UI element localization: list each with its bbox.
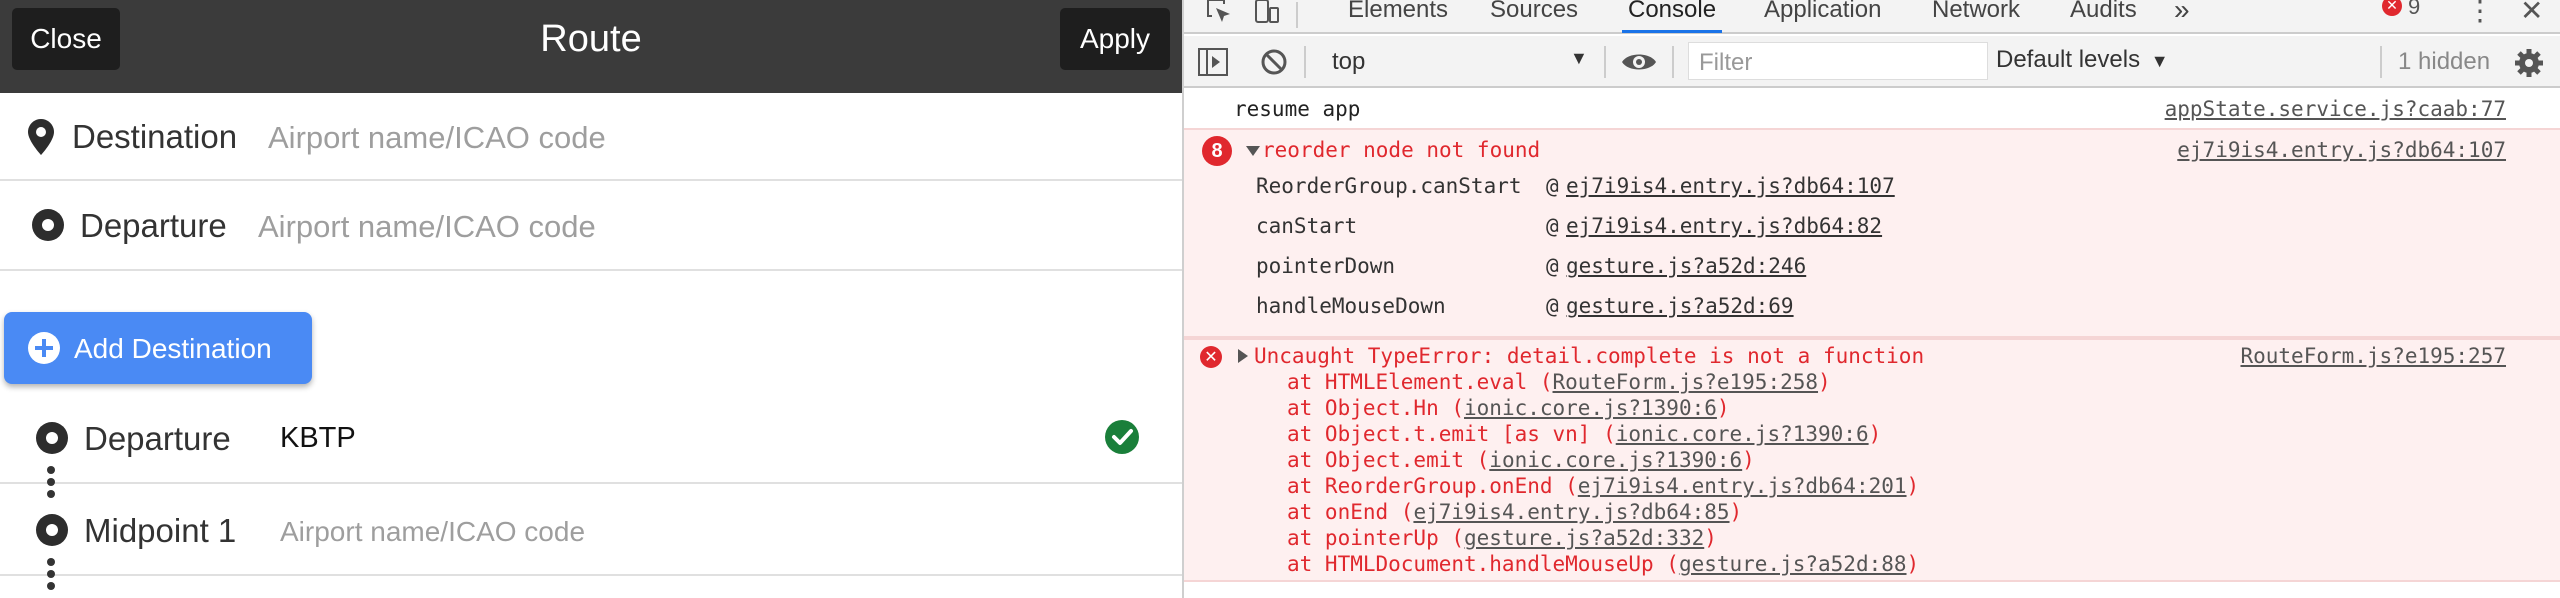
stack-frame-at: @: [1546, 294, 1559, 318]
route-app: Close Route Apply Destination Airport na…: [0, 0, 1182, 598]
divider: [1672, 46, 1674, 78]
stack-frame-link[interactable]: ej7i9is4.entry.js?db64:107: [1566, 174, 1895, 198]
stack-trace-line: at pointerUp (gesture.js?a52d:332): [1287, 526, 1717, 550]
kebab-menu-icon[interactable]: ⋮: [2466, 0, 2494, 27]
log-levels-select[interactable]: Default levels ▼: [1996, 46, 2169, 74]
stack-frame-at: @: [1546, 174, 1559, 198]
add-destination-button[interactable]: Add Destination: [4, 312, 312, 384]
destination-input[interactable]: Airport name/ICAO code: [268, 120, 606, 156]
console-filter-input[interactable]: Filter: [1688, 42, 1988, 80]
devtools-tab-bar: Elements Sources Console Application Net…: [1184, 0, 2560, 34]
console-error-group: 8 reorder node not found ej7i9is4.entry.…: [1184, 128, 2560, 338]
divider: [1304, 46, 1306, 78]
stack-trace-link[interactable]: gesture.js?a52d:332: [1464, 526, 1704, 550]
eye-icon[interactable]: [1620, 50, 1658, 74]
radio-dot-icon: [32, 209, 64, 241]
tab-application[interactable]: Application: [1764, 0, 1881, 24]
apply-button[interactable]: Apply: [1060, 8, 1170, 70]
more-tabs-icon[interactable]: »: [2174, 0, 2190, 26]
stack-trace-line: at HTMLElement.eval (RouteForm.js?e195:2…: [1287, 370, 1831, 394]
stack-trace-link[interactable]: ionic.core.js?1390:6: [1489, 448, 1742, 472]
leg-midpoint-input[interactable]: Airport name/ICAO code: [280, 516, 585, 548]
stack-trace-line: at ReorderGroup.onEnd (ej7i9is4.entry.js…: [1287, 474, 1920, 498]
stack-frame-fn: handleMouseDown: [1256, 294, 1446, 318]
check-circle-icon: [1105, 420, 1139, 454]
stack-trace-line: at onEnd (ej7i9is4.entry.js?db64:85): [1287, 500, 1743, 524]
error-message: reorder node not found: [1262, 138, 1541, 162]
devtools-panel: Elements Sources Console Application Net…: [1182, 0, 2560, 598]
tab-elements[interactable]: Elements: [1348, 0, 1448, 24]
console-toolbar: top ▼ Filter Default levels ▼ 1 hidden: [1184, 36, 2560, 88]
stack-frame-at: @: [1546, 254, 1559, 278]
inspect-element-icon[interactable]: [1206, 0, 1234, 26]
stack-frame-link[interactable]: gesture.js?a52d:69: [1566, 294, 1794, 318]
chevron-down-icon: ▼: [2150, 51, 2169, 71]
departure-label: Departure: [80, 207, 227, 244]
destination-label: Destination: [72, 118, 238, 155]
log-source-link[interactable]: appState.service.js?caab:77: [2165, 97, 2506, 121]
device-toolbar-icon[interactable]: [1252, 0, 1280, 26]
console-message: resume app appState.service.js?caab:77: [1184, 90, 2560, 128]
stack-trace-link[interactable]: RouteForm.js?e195:258: [1553, 370, 1819, 394]
sidebar-toggle-icon[interactable]: [1198, 48, 1228, 76]
stack-trace-link[interactable]: ej7i9is4.entry.js?db64:201: [1578, 474, 1907, 498]
leg-departure-row[interactable]: Departure KBTP: [0, 392, 1182, 484]
console-message-partial: [1184, 582, 2560, 598]
chevron-down-icon[interactable]: ▼: [1570, 48, 1588, 69]
stack-trace-link[interactable]: ionic.core.js?1390:6: [1616, 422, 1869, 446]
console-error: ✕ Uncaught TypeError: detail.complete is…: [1184, 338, 2560, 582]
error-icon: ✕: [1200, 346, 1222, 368]
hidden-count: 1 hidden: [2398, 48, 2491, 75]
context-select[interactable]: top: [1332, 48, 1365, 76]
departure-row[interactable]: Departure Airport name/ICAO code: [0, 181, 1182, 271]
stack-frame-fn: canStart: [1256, 214, 1358, 238]
stack-trace-link[interactable]: ionic.core.js?1390:6: [1464, 396, 1717, 420]
close-icon[interactable]: ✕: [2520, 0, 2543, 27]
location-pin-icon: [28, 119, 54, 155]
add-destination-label: Add Destination: [74, 333, 272, 364]
log-levels-label: Default levels: [1996, 46, 2141, 73]
stack-trace-link[interactable]: ej7i9is4.entry.js?db64:85: [1413, 500, 1729, 524]
leg-midpoint-row[interactable]: Midpoint 1 Airport name/ICAO code: [0, 484, 1182, 576]
destination-row[interactable]: Destination Airport name/ICAO code: [0, 93, 1182, 181]
stack-trace-link[interactable]: gesture.js?a52d:88: [1679, 552, 1907, 576]
radio-dot-icon: [36, 514, 68, 546]
tab-sources[interactable]: Sources: [1490, 0, 1578, 24]
tab-network[interactable]: Network: [1932, 0, 2020, 24]
drag-handle-icon[interactable]: [47, 558, 55, 594]
leg-midpoint-label: Midpoint 1: [84, 512, 237, 549]
error-message: Uncaught TypeError: detail.complete is n…: [1254, 344, 1925, 368]
divider: [1604, 46, 1606, 78]
stack-frame-fn: pointerDown: [1256, 254, 1396, 278]
stack-frame-fn: ReorderGroup.canStart: [1256, 174, 1522, 198]
repeat-count-badge: 8: [1202, 136, 1232, 166]
add-circle-icon: [28, 332, 60, 364]
leg-departure-label: Departure: [84, 420, 231, 457]
expand-triangle-icon[interactable]: [1238, 349, 1248, 363]
departure-input[interactable]: Airport name/ICAO code: [258, 209, 596, 245]
leg-departure-value[interactable]: KBTP: [280, 422, 356, 455]
gear-icon[interactable]: [2514, 48, 2544, 78]
error-icon: ✕: [2382, 0, 2402, 16]
stack-frame-link[interactable]: gesture.js?a52d:246: [1566, 254, 1806, 278]
stack-trace-line: at Object.Hn (ionic.core.js?1390:6): [1287, 396, 1730, 420]
tab-console[interactable]: Console: [1621, 0, 1723, 33]
stack-frame-at: @: [1546, 214, 1559, 238]
clear-console-icon[interactable]: [1260, 48, 1288, 76]
page-title: Route: [540, 18, 642, 60]
log-source-link[interactable]: ej7i9is4.entry.js?db64:107: [2177, 138, 2506, 162]
app-toolbar: Close Route Apply: [0, 0, 1182, 93]
log-source-link[interactable]: RouteForm.js?e195:257: [2240, 344, 2506, 368]
stack-trace-line: at Object.t.emit [as vn] (ionic.core.js?…: [1287, 422, 1882, 446]
stack-frame-link[interactable]: ej7i9is4.entry.js?db64:82: [1566, 214, 1882, 238]
radio-dot-icon: [36, 422, 68, 454]
stack-trace-line: at HTMLDocument.handleMouseUp (gesture.j…: [1287, 552, 1920, 576]
stack-trace-line: at Object.emit (ionic.core.js?1390:6): [1287, 448, 1755, 472]
error-count: 9: [2408, 0, 2421, 19]
expand-triangle-icon[interactable]: [1246, 146, 1260, 156]
divider: [1296, 2, 1298, 28]
log-text: resume app: [1234, 97, 1361, 121]
tab-audits[interactable]: Audits: [2070, 0, 2137, 24]
divider: [2380, 46, 2382, 78]
